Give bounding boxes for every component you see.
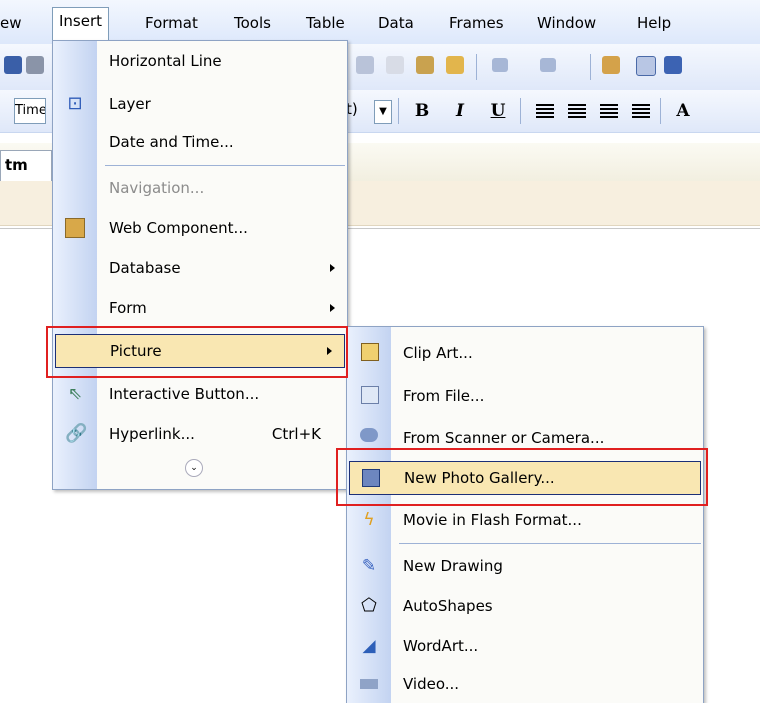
menu-window[interactable]: Window bbox=[537, 12, 596, 34]
menu-format[interactable]: Format bbox=[145, 12, 198, 34]
bold-button[interactable]: B bbox=[412, 98, 432, 124]
submenu-item-new-drawing[interactable]: ✎ New Drawing bbox=[347, 549, 703, 583]
submenu-item-movie-in-flash-format[interactable]: ϟ Movie in Flash Format... bbox=[347, 503, 703, 537]
font-name-field[interactable]: Time bbox=[14, 98, 46, 124]
table-icon[interactable] bbox=[636, 56, 656, 76]
layer-icon[interactable] bbox=[664, 56, 682, 74]
justify-icon[interactable] bbox=[632, 104, 650, 118]
align-center-icon[interactable] bbox=[568, 104, 586, 118]
submenu-item-clip-art[interactable]: Clip Art... bbox=[347, 336, 703, 370]
hyperlink-icon: 🔗 bbox=[65, 423, 88, 444]
menu-frames[interactable]: Frames bbox=[449, 12, 504, 34]
menu-tools[interactable]: Tools bbox=[234, 12, 271, 34]
interactive-button-icon: ⇖ bbox=[67, 384, 83, 404]
cut-icon[interactable] bbox=[356, 56, 374, 74]
menu-item-database[interactable]: Database bbox=[53, 251, 347, 285]
menu-view[interactable]: ew bbox=[0, 12, 22, 34]
menu-item-form[interactable]: Form bbox=[53, 291, 347, 325]
format-painter-icon[interactable] bbox=[446, 56, 464, 74]
document-tab[interactable]: tm bbox=[0, 150, 52, 181]
toolbar-icon[interactable] bbox=[26, 56, 44, 74]
scanner-icon bbox=[360, 428, 378, 442]
menu-table[interactable]: Table bbox=[306, 12, 345, 34]
menu-item-date-and-time[interactable]: Date and Time... bbox=[53, 125, 347, 159]
from-file-icon bbox=[361, 386, 379, 404]
menu-item-interactive-button[interactable]: ⇖ Interactive Button... bbox=[53, 377, 347, 411]
insert-menu: Horizontal Line ⊡ Layer Date and Time...… bbox=[52, 40, 348, 490]
video-icon bbox=[360, 679, 378, 689]
align-right-icon[interactable] bbox=[600, 104, 618, 118]
submenu-arrow-icon bbox=[330, 264, 335, 272]
undo-icon[interactable] bbox=[492, 58, 508, 72]
web-component-icon bbox=[65, 218, 85, 238]
submenu-item-from-scanner-or-camera[interactable]: From Scanner or Camera... bbox=[347, 421, 703, 455]
copy-icon[interactable] bbox=[386, 56, 404, 74]
layer-icon: ⊡ bbox=[67, 93, 83, 114]
menu-item-picture[interactable]: Picture bbox=[55, 334, 345, 368]
expand-menu-icon[interactable]: ⌄ bbox=[185, 459, 203, 477]
submenu-item-video[interactable]: Video... bbox=[347, 667, 703, 701]
clip-art-icon bbox=[361, 343, 379, 361]
font-size-dropdown-arrow[interactable]: ▼ bbox=[374, 100, 392, 124]
picture-submenu: Clip Art... From File... From Scanner or… bbox=[346, 326, 704, 703]
toolbar-icon[interactable] bbox=[4, 56, 22, 74]
submenu-item-new-photo-gallery[interactable]: New Photo Gallery... bbox=[349, 461, 701, 495]
menu-help[interactable]: Help bbox=[637, 12, 671, 34]
submenu-item-from-file[interactable]: From File... bbox=[347, 379, 703, 413]
submenu-arrow-icon bbox=[327, 347, 332, 355]
photo-gallery-icon bbox=[362, 469, 380, 487]
paste-icon[interactable] bbox=[416, 56, 434, 74]
autoshapes-icon: ⬠ bbox=[361, 595, 377, 616]
grow-font-button[interactable]: A bbox=[672, 98, 694, 124]
submenu-item-autoshapes[interactable]: ⬠ AutoShapes bbox=[347, 589, 703, 623]
align-left-icon[interactable] bbox=[536, 104, 554, 118]
web-component-icon[interactable] bbox=[602, 56, 620, 74]
menu-item-navigation: Navigation... bbox=[109, 179, 205, 197]
flash-icon: ϟ bbox=[363, 510, 375, 530]
menu-bar: ew Insert Format Tools Table Data Frames… bbox=[0, 0, 760, 45]
italic-button[interactable]: I bbox=[450, 98, 470, 124]
redo-icon[interactable] bbox=[540, 58, 556, 72]
submenu-arrow-icon bbox=[330, 304, 335, 312]
menu-item-horizontal-line[interactable]: Horizontal Line bbox=[53, 44, 347, 78]
menu-item-web-component[interactable]: Web Component... bbox=[53, 211, 347, 245]
submenu-item-wordart[interactable]: ◢ WordArt... bbox=[347, 629, 703, 663]
menu-item-hyperlink[interactable]: 🔗 Hyperlink... Ctrl+K bbox=[53, 417, 347, 451]
underline-button[interactable]: U bbox=[488, 98, 508, 124]
menu-item-layer[interactable]: ⊡ Layer bbox=[53, 87, 347, 121]
wordart-icon: ◢ bbox=[362, 636, 376, 656]
menu-data[interactable]: Data bbox=[378, 12, 414, 34]
drawing-icon: ✎ bbox=[361, 556, 377, 576]
